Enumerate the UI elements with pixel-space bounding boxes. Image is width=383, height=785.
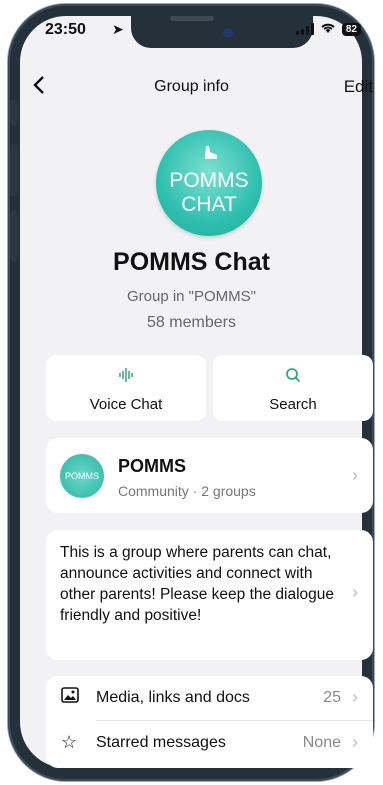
mute-switch	[10, 100, 18, 126]
community-subtitle: Community · 2 groups	[118, 483, 256, 499]
description-card[interactable]: This is a group where parents can chat, …	[46, 530, 373, 660]
signal-icon	[295, 23, 314, 35]
member-count[interactable]: 58 members	[0, 314, 383, 332]
edit-button[interactable]: Edit	[344, 77, 373, 97]
location-arrow-icon: ➤	[112, 21, 124, 37]
battery-icon: 82	[341, 22, 361, 36]
community-name: POMMS	[118, 456, 187, 476]
status-time: 23:50	[45, 21, 86, 38]
group-name: POMMS Chat	[113, 248, 270, 276]
wifi-icon	[320, 22, 336, 36]
avatar-text-line1: POMMS	[169, 169, 249, 192]
voice-chat-label: Voice Chat	[89, 396, 163, 413]
community-avatar: POMMS	[60, 454, 104, 498]
star-icon: ☆	[61, 732, 78, 752]
starred-count: None	[302, 734, 341, 751]
starred-messages-row[interactable]: ☆ Starred messages None ›	[46, 721, 373, 765]
avatar-text-line2: CHAT	[181, 193, 237, 216]
media-count: 25	[323, 689, 341, 706]
media-links-docs-row[interactable]: Media, links and docs 25 ›	[46, 676, 373, 721]
chevron-right-icon: ›	[352, 465, 358, 485]
speaker-grille	[170, 16, 214, 21]
image-icon	[61, 687, 79, 708]
starred-messages-label: Starred messages	[96, 734, 226, 751]
chevron-right-icon: ›	[352, 582, 358, 602]
search-icon	[213, 367, 373, 388]
group-description: This is a group where parents can chat, …	[60, 544, 335, 624]
page-title: Group info	[154, 78, 229, 95]
media-links-docs-label: Media, links and docs	[96, 689, 250, 706]
notch	[131, 16, 313, 48]
group-avatar[interactable]: POMMS CHAT	[156, 130, 262, 236]
media-card: Media, links and docs 25 › ☆ Starred mes…	[46, 676, 373, 768]
voice-chat-button[interactable]: Voice Chat	[46, 355, 206, 421]
chevron-right-icon: ›	[352, 732, 358, 752]
search-button[interactable]: Search	[213, 355, 373, 421]
boot-icon	[203, 146, 219, 164]
volume-up-button	[10, 144, 18, 196]
front-camera	[223, 28, 233, 38]
status-icons: 82	[295, 22, 361, 36]
search-label: Search	[269, 396, 317, 413]
group-subtitle: Group in "POMMS"	[126, 288, 257, 305]
chevron-right-icon: ›	[352, 687, 358, 707]
voice-wave-icon	[46, 367, 206, 388]
community-card[interactable]: POMMS POMMS Community · 2 groups ›	[46, 438, 373, 513]
